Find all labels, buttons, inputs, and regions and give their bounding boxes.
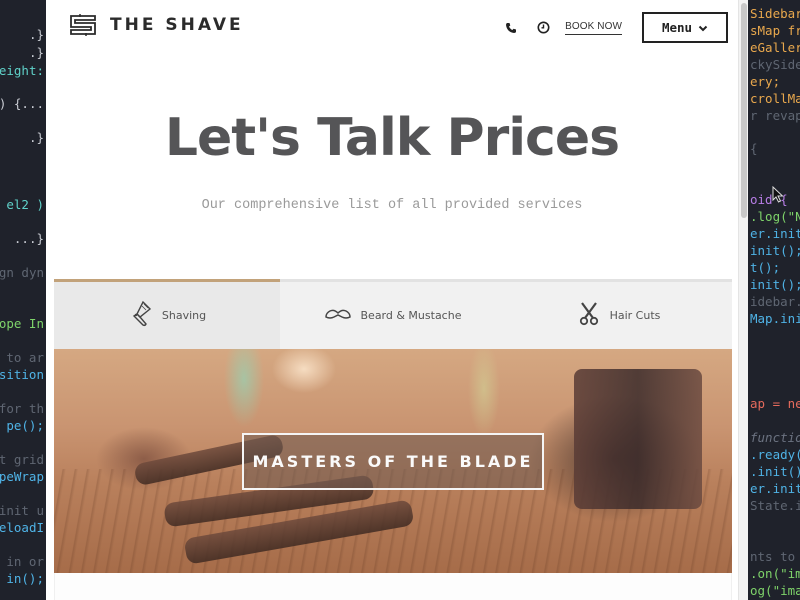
page-title: Let's Talk Prices xyxy=(164,108,620,168)
code-line: t grid xyxy=(0,452,44,467)
code-line: ...} xyxy=(13,231,44,246)
code-line: ery; xyxy=(750,74,781,89)
tab-beard-mustache[interactable]: Beard & Mustache xyxy=(280,282,506,349)
code-line: init(); xyxy=(750,277,800,292)
code-line: Height: xyxy=(0,63,44,78)
header-nav: BOOK NOW Menu xyxy=(501,12,728,43)
code-line: .} xyxy=(28,130,44,145)
straight-razor-icon xyxy=(128,300,152,332)
code-line: pe(); xyxy=(6,418,44,433)
code-line: ign dyn xyxy=(0,265,44,280)
tab-label: Hair Cuts xyxy=(609,309,661,322)
code-line: eGallery xyxy=(750,40,800,55)
code-line: idebar.i xyxy=(750,294,800,309)
code-line: .} xyxy=(28,27,44,42)
code-line: r revapi xyxy=(750,108,800,123)
code-line: init u xyxy=(0,503,44,518)
brand-name: THE SHAVE xyxy=(110,15,244,35)
code-line: er.init( xyxy=(750,481,800,496)
mustache-icon xyxy=(324,306,351,325)
phone-icon[interactable] xyxy=(501,18,521,38)
code-line: .ready(f xyxy=(750,447,800,462)
content-below-banner xyxy=(54,573,732,600)
banner-image: MASTERS OF THE BLADE xyxy=(54,349,732,573)
mouse-cursor-icon xyxy=(772,185,784,208)
service-tabs: Shaving Beard & Mustache Hair Cuts xyxy=(54,279,732,349)
code-line: crollMag xyxy=(750,91,800,106)
page-scrollbar[interactable] xyxy=(738,0,748,600)
code-line: functio xyxy=(750,430,800,445)
code-line: .} xyxy=(28,45,44,60)
code-line: Map.init xyxy=(750,311,800,326)
code-line: State.in xyxy=(750,498,800,513)
menu-button[interactable]: Menu xyxy=(642,12,728,43)
code-line: .on("img xyxy=(750,566,800,581)
code-line: nts to t xyxy=(750,549,796,564)
tab-shaving[interactable]: Shaving xyxy=(54,279,280,349)
tab-hair-cuts[interactable]: Hair Cuts xyxy=(506,282,732,349)
tab-label: Shaving xyxy=(161,309,207,322)
code-editor-right: Sidebar sMap fr eGallery ckySideb ery; crollM… xyxy=(748,0,800,600)
code-line: Sidebar xyxy=(750,6,800,21)
code-line: ckySideb xyxy=(750,57,800,72)
code-line: { xyxy=(750,141,758,156)
logo[interactable]: THE SHAVE xyxy=(68,14,244,36)
code-line: in(); xyxy=(6,571,44,586)
code-line: el2 ) xyxy=(6,197,44,212)
code-line: for th xyxy=(0,401,44,416)
code-line: sMap fr xyxy=(750,23,800,38)
shaving-jar-shape xyxy=(574,369,702,509)
book-now-link[interactable]: BOOK NOW xyxy=(565,21,622,35)
code-line: otope In xyxy=(0,316,44,331)
page-subtitle: Our comprehensive list of all provided s… xyxy=(201,198,583,213)
code-line: .log("Ne xyxy=(750,209,800,224)
scrollbar-thumb[interactable] xyxy=(741,3,747,218)
code-line: ap = new xyxy=(750,396,800,411)
banner-caption: MASTERS OF THE BLADE xyxy=(252,452,534,471)
code-line: er.init( xyxy=(750,226,800,241)
code-line: () {... xyxy=(0,96,44,111)
chevron-down-icon xyxy=(698,20,708,35)
code-line: reloadI xyxy=(0,520,44,535)
code-line: t(); xyxy=(750,260,781,275)
code-editor-left: .}.} Height: () {....} el2 )...} ign dyn otop… xyxy=(0,0,46,600)
clock-icon[interactable] xyxy=(533,18,553,38)
site-header: THE SHAVE BOOK NOW Menu xyxy=(46,0,738,54)
tab-label: Beard & Mustache xyxy=(360,309,462,322)
code-line: es in or xyxy=(6,554,44,569)
code-line: ansition xyxy=(0,367,44,382)
code-line: topeWrap xyxy=(0,469,44,484)
code-line: og("imag xyxy=(750,583,800,598)
banner-caption-box[interactable]: MASTERS OF THE BLADE xyxy=(242,433,544,490)
code-line: .init(); xyxy=(750,464,800,479)
browser-page: THE SHAVE BOOK NOW Menu Let's Talk Price… xyxy=(46,0,748,600)
code-line: init(); xyxy=(750,243,800,258)
razor-s-logo-icon xyxy=(68,14,98,36)
menu-label: Menu xyxy=(661,20,693,35)
scissors-icon xyxy=(578,301,600,331)
code-line: on to ar xyxy=(6,350,44,365)
